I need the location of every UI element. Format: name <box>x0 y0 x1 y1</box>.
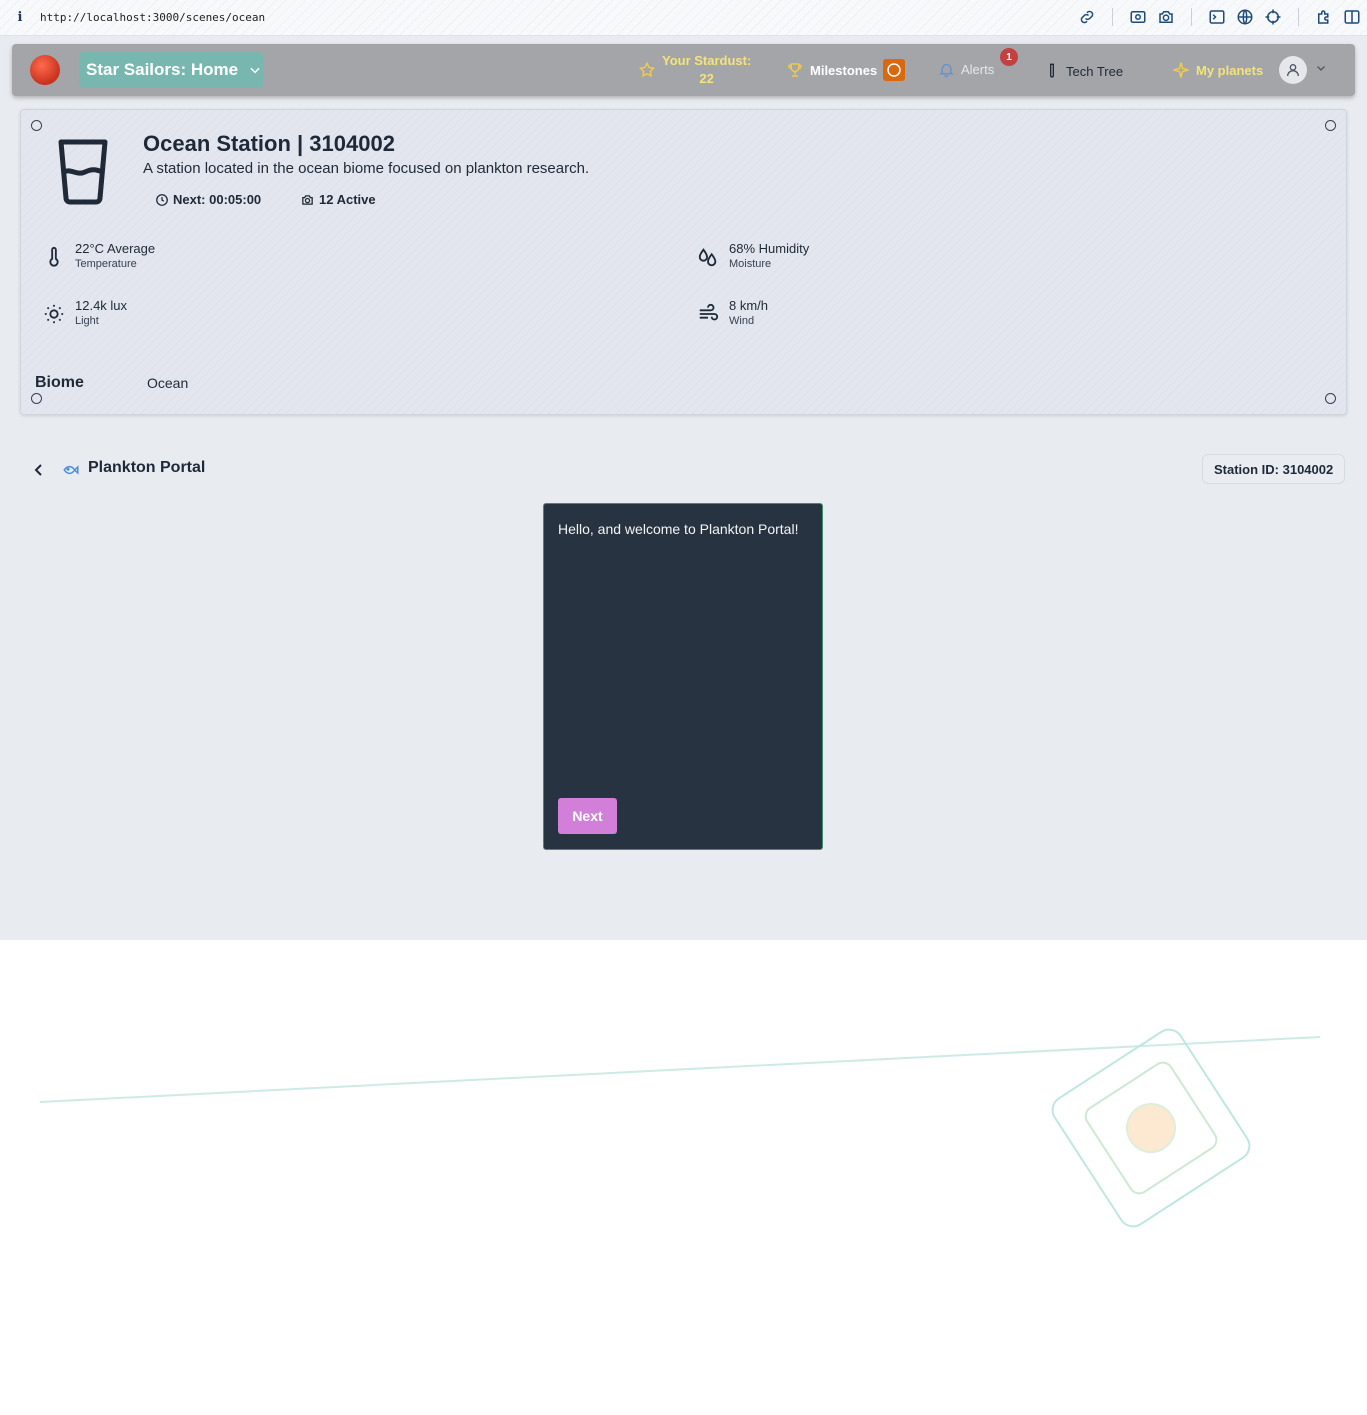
next-timer: Next: 00:05:00 <box>155 192 261 207</box>
alerts-button[interactable]: Alerts 1 <box>938 48 1018 78</box>
droplets-icon <box>698 248 717 267</box>
tech-tree-button[interactable]: Tech Tree <box>1044 61 1123 81</box>
home-label: Star Sailors: Home <box>86 60 239 79</box>
portal-title: Plankton Portal <box>88 459 206 476</box>
stat-value: 8 km/h <box>729 298 769 313</box>
stat-temperature: 22°C Average Temperature <box>43 240 155 272</box>
info-icon[interactable]: i <box>0 10 40 25</box>
stat-label: Moisture <box>729 258 772 270</box>
milestones-label: Milestones <box>810 62 878 78</box>
chevron-down-icon[interactable] <box>1315 62 1327 74</box>
stardust-counter[interactable]: Your Stardust: 22 <box>638 52 751 88</box>
stat-moisture: 68% Humidity Moisture <box>697 240 809 272</box>
camera-icon <box>302 194 313 205</box>
bell-icon <box>939 63 954 78</box>
dialog-message: Hello, and welcome to Plankton Portal! <box>558 521 799 537</box>
user-icon <box>1287 63 1299 77</box>
station-card: Ocean Station | 3104002 A station locate… <box>20 109 1347 415</box>
terminal-icon[interactable] <box>1208 8 1226 26</box>
stat-label: Wind <box>729 315 755 327</box>
crosshair-icon[interactable] <box>1264 8 1282 26</box>
station-title: Ocean Station | 3104002 <box>143 131 395 156</box>
extensions-icon[interactable] <box>1315 8 1333 26</box>
fish-icon <box>63 465 79 475</box>
toolbar-divider <box>1191 8 1192 26</box>
home-dropdown-button[interactable]: Star Sailors: Home <box>79 52 263 88</box>
milestone-badge-icon <box>883 59 906 81</box>
stat-value: 68% Humidity <box>729 241 810 256</box>
station-id-badge: Station ID: 3104002 <box>1202 454 1346 484</box>
sidebar-toggle-icon[interactable] <box>1343 8 1361 26</box>
stat-wind: 8 km/h Wind <box>697 297 768 329</box>
stat-label: Temperature <box>75 258 137 270</box>
corner-marker <box>1325 393 1336 404</box>
globe-icon[interactable] <box>1236 8 1254 26</box>
user-avatar[interactable] <box>1279 56 1307 84</box>
planet-avatar[interactable] <box>30 55 60 85</box>
sparkle-icon <box>1173 62 1189 78</box>
active-count: 12 Active <box>300 192 376 207</box>
clock-icon <box>156 193 168 206</box>
corner-marker <box>31 393 42 404</box>
diamond-logo-icon <box>1051 1028 1251 1228</box>
alerts-label: Alerts <box>961 62 995 77</box>
my-planets-label: My planets <box>1196 62 1264 78</box>
stat-light: 12.4k lux Light <box>43 297 127 329</box>
biome-label: Biome <box>35 374 84 391</box>
next-timer-label: Next: 00:05:00 <box>173 192 262 207</box>
stardust-label: Your Stardust: <box>662 53 752 68</box>
wind-icon <box>699 303 719 321</box>
url-field[interactable]: http://localhost:3000/scenes/ocean <box>40 11 265 24</box>
milestones-button[interactable]: Milestones <box>786 59 906 81</box>
footer-decoration <box>39 1028 1321 1228</box>
test-tube-icon <box>1050 63 1054 78</box>
app-main: Star Sailors: Home Your Stardust: 22 Mil… <box>0 36 1367 940</box>
biome-value: Ocean <box>147 375 189 391</box>
chevron-down-icon <box>250 67 260 74</box>
toolbar-divider <box>1112 8 1113 26</box>
back-button[interactable] <box>30 460 46 480</box>
corner-marker <box>31 120 42 131</box>
next-button[interactable]: Next <box>558 798 617 834</box>
screenshot-icon[interactable] <box>1129 8 1147 26</box>
active-count-label: 12 Active <box>319 192 376 207</box>
tech-tree-label: Tech Tree <box>1066 63 1124 79</box>
star-icon <box>638 61 656 78</box>
top-navbar: Star Sailors: Home Your Stardust: 22 Mil… <box>12 44 1355 96</box>
stat-value: 12.4k lux <box>75 298 128 313</box>
my-planets-button[interactable]: My planets <box>1172 61 1263 79</box>
link-icon[interactable] <box>1078 8 1096 26</box>
corner-marker <box>1325 120 1336 131</box>
tutorial-dialog: Hello, and welcome to Plankton Portal! N… <box>543 503 823 850</box>
trophy-icon <box>788 63 802 77</box>
stardust-value: 22 <box>699 71 714 86</box>
stat-value: 22°C Average <box>75 241 156 256</box>
browser-toolbar <box>1078 8 1361 26</box>
station-description: A station located in the ocean biome foc… <box>143 160 590 177</box>
browser-bar: i http://localhost:3000/scenes/ocean <box>0 0 1367 36</box>
camera-icon[interactable] <box>1157 8 1175 26</box>
toolbar-divider <box>1298 8 1299 26</box>
alerts-count-badge: 1 <box>1000 48 1018 66</box>
glass-water-icon <box>58 139 108 205</box>
thermometer-icon <box>49 246 59 267</box>
stat-label: Light <box>75 315 99 327</box>
sun-icon <box>44 304 64 324</box>
